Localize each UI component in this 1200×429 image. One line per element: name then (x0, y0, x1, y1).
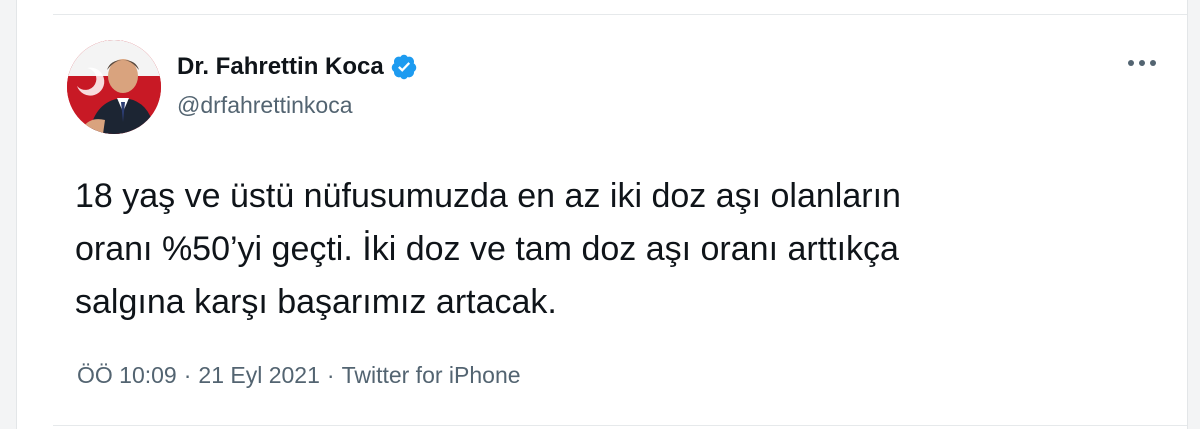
author-handle[interactable]: @drfahrettinkoca (177, 92, 353, 119)
tweet-meta: ÖÖ 10:09 · 21 Eyl 2021 · Twitter for iPhone (77, 362, 521, 389)
tweet-text-line-1: 18 yaş ve üstü nüfusumuzda en az iki doz… (75, 177, 901, 215)
tweet-text: 18 yaş ve üstü nüfusumuzda en az iki doz… (75, 170, 1175, 329)
meta-separator: · (326, 362, 335, 388)
tweet-card: Dr. Fahrettin Koca @drfahrettinkoca 18 y… (16, 0, 1188, 429)
more-options-button[interactable] (1125, 50, 1159, 76)
tweet-text-line-2: oranı %50’yi geçti. İki doz ve tam doz a… (75, 230, 899, 268)
more-options-icon (1128, 60, 1156, 66)
verified-badge-icon (391, 54, 416, 80)
bottom-divider (53, 425, 1187, 426)
tweet-source[interactable]: Twitter for iPhone (342, 362, 521, 388)
author-name-row[interactable]: Dr. Fahrettin Koca (177, 53, 418, 81)
tweet-text-line-3: salgına karşı başarımız artacak. (75, 283, 557, 321)
top-divider (53, 14, 1187, 15)
author-name[interactable]: Dr. Fahrettin Koca (177, 53, 384, 81)
tweet-time[interactable]: ÖÖ 10:09 (77, 362, 177, 388)
avatar-image (67, 40, 161, 134)
meta-separator: · (183, 362, 192, 388)
avatar[interactable] (67, 40, 161, 134)
tweet-date[interactable]: 21 Eyl 2021 (198, 362, 319, 388)
